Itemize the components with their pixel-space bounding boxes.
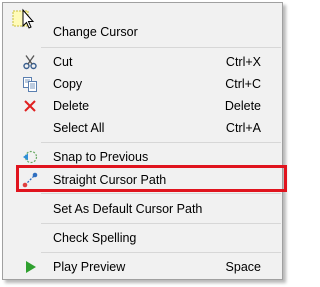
menu-separator: [41, 142, 281, 143]
menu-item-label: Check Spelling: [53, 231, 137, 245]
menu-item-label: Cut: [53, 55, 73, 69]
menu-item-shortcut: Ctrl+A: [225, 121, 261, 135]
menu-item-label: Copy: [53, 77, 83, 91]
menu-item-shortcut: Ctrl+X: [225, 55, 261, 69]
highlight-annotation-box: [16, 165, 287, 192]
play-icon: [26, 261, 36, 273]
menu-item-label: Play Preview: [53, 260, 126, 274]
menu-item-label: Select All: [53, 121, 105, 135]
menu-separator: [41, 252, 281, 253]
menu-separator: [41, 193, 281, 194]
copy-icon: [23, 77, 37, 92]
scissors-icon: [23, 55, 37, 70]
menu-separator: [41, 47, 281, 48]
menu-item-cut[interactable]: Cut Ctrl+X: [4, 51, 281, 73]
menu-item-play-preview[interactable]: Play Preview Space: [4, 256, 281, 278]
menu-item-label: Delete: [53, 99, 90, 113]
menu-item-shortcut: Delete: [224, 99, 261, 113]
menu-item-select-all[interactable]: Select All Ctrl+A: [4, 117, 281, 139]
menu-item-set-default-cursor-path[interactable]: Set As Default Cursor Path: [4, 198, 281, 220]
menu-item-label: Change Cursor: [53, 25, 138, 39]
menu-item-shortcut: Space: [225, 260, 261, 274]
snap-previous-icon: [23, 150, 38, 164]
menu-item-check-spelling[interactable]: Check Spelling: [4, 227, 281, 249]
menu-item-label: Set As Default Cursor Path: [53, 202, 203, 216]
delete-x-icon: [24, 100, 36, 112]
menu-item-copy[interactable]: Copy Ctrl+C: [4, 73, 281, 95]
menu-item-delete[interactable]: Delete Delete: [4, 95, 281, 117]
menu-item-label: Snap to Previous: [53, 150, 149, 164]
menu-separator: [41, 223, 281, 224]
context-menu: Change Cursor Cut Ctrl+X Copy Ctrl+C Del…: [2, 2, 283, 280]
menu-item-change-cursor[interactable]: Change Cursor: [4, 21, 281, 43]
menu-item-shortcut: Ctrl+C: [225, 77, 261, 91]
